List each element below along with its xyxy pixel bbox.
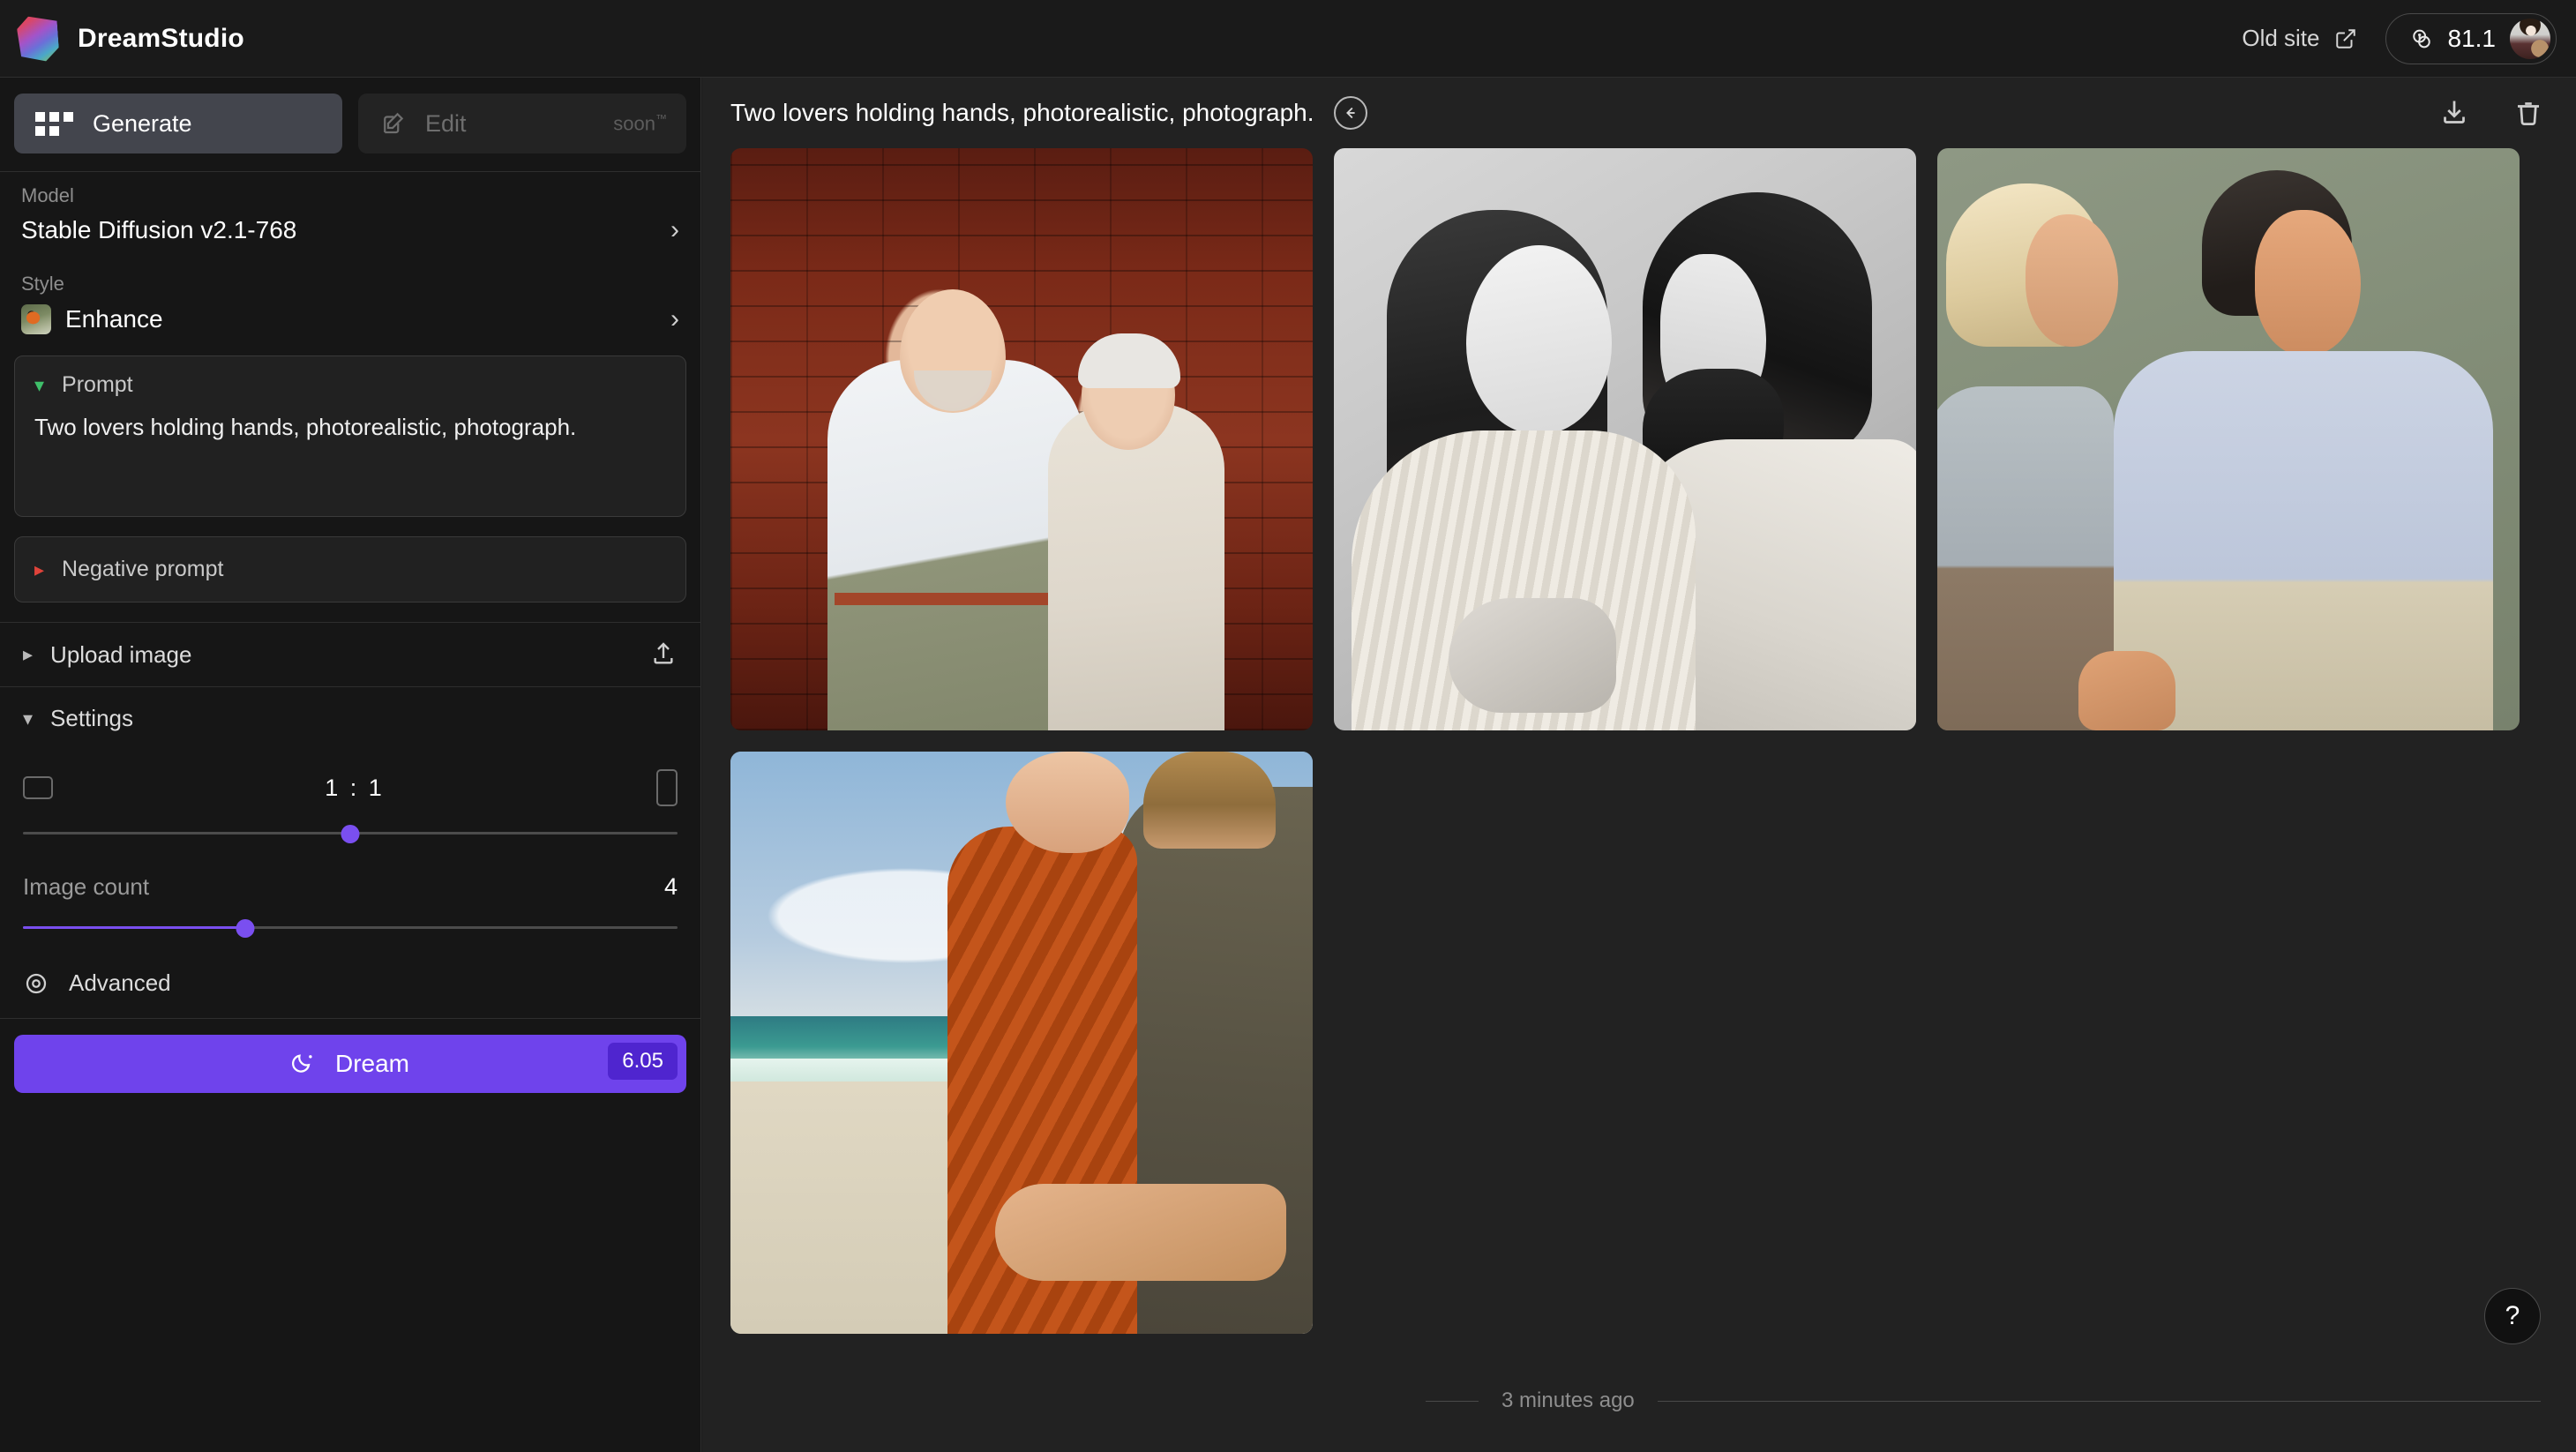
divider — [1658, 1401, 2541, 1402]
advanced-label: Advanced — [69, 969, 171, 997]
model-field[interactable]: Model Stable Diffusion v2.1-768 › — [0, 172, 700, 260]
dream-button-wrap: Dream 6.05 — [0, 1019, 700, 1109]
arrow-left-icon — [1341, 103, 1360, 123]
figure — [2255, 210, 2361, 356]
style-row[interactable]: Enhance › — [21, 304, 679, 334]
style-field[interactable]: Style Enhance › — [0, 260, 700, 350]
aspect-ratio-slider[interactable] — [23, 829, 678, 838]
external-link-icon — [2334, 27, 2357, 50]
dream-button[interactable]: Dream 6.05 — [14, 1035, 686, 1093]
old-site-link[interactable]: Old site — [2242, 25, 2356, 52]
result-image-1[interactable] — [730, 148, 1313, 730]
main-header-actions — [2438, 97, 2544, 129]
timestamp: 3 minutes ago — [1501, 1388, 1635, 1413]
model-value: Stable Diffusion v2.1-768 — [21, 216, 296, 244]
moon-sparkle-icon — [291, 1051, 318, 1077]
slider-knob[interactable] — [236, 919, 255, 938]
dream-label: Dream — [335, 1050, 409, 1078]
main-panel: Two lovers holding hands, photorealistic… — [702, 78, 2576, 1452]
prompt-title: Prompt — [62, 372, 133, 398]
chevron-down-icon: ▾ — [34, 376, 44, 395]
style-label: Style — [21, 273, 679, 296]
arrow-left-circle-icon[interactable] — [1334, 96, 1367, 130]
upload-icon[interactable] — [649, 640, 678, 669]
result-image-2[interactable] — [1334, 148, 1916, 730]
figure — [2026, 214, 2118, 347]
slider-fill — [23, 926, 245, 929]
timeline-separator: 3 minutes ago — [1426, 1388, 2541, 1413]
settings-label: Settings — [50, 705, 133, 732]
avatar[interactable] — [2510, 19, 2550, 59]
grid-icon — [35, 112, 73, 136]
divider — [1426, 1401, 1479, 1402]
tab-edit-label: Edit — [425, 110, 467, 138]
tab-generate-label: Generate — [93, 110, 192, 138]
result-image-3[interactable] — [1937, 148, 2520, 730]
top-bar-right: Old site 81.1 — [2242, 13, 2576, 64]
figure — [1449, 598, 1616, 713]
help-label: ? — [2505, 1301, 2520, 1331]
tab-edit[interactable]: Edit soon™ — [358, 94, 686, 153]
negative-prompt-header[interactable]: ▸ Negative prompt — [34, 557, 666, 582]
style-value: Enhance — [65, 305, 163, 333]
figure — [835, 593, 1076, 605]
figure — [995, 1184, 1286, 1281]
prompt-header[interactable]: ▾ Prompt — [34, 372, 666, 398]
upload-image-row[interactable]: ▸ Upload image — [0, 623, 700, 686]
landscape-frame-icon[interactable] — [23, 776, 53, 799]
image-count-label: Image count — [23, 873, 149, 901]
portrait-frame-icon[interactable] — [656, 769, 678, 806]
robin-bird-thumbnail — [21, 304, 51, 334]
results-grid — [702, 148, 2576, 1334]
chevron-right-icon: › — [670, 217, 679, 243]
dream-cost: 6.05 — [608, 1043, 678, 1080]
sidebar-tabs: Generate Edit soon™ — [0, 78, 700, 171]
coins-icon — [2409, 26, 2434, 51]
model-row[interactable]: Stable Diffusion v2.1-768 › — [21, 216, 679, 244]
credits-amount: 81.1 — [2448, 25, 2497, 53]
figure — [1143, 752, 1276, 849]
brand-name: DreamStudio — [78, 24, 244, 54]
negative-prompt-box[interactable]: ▸ Negative prompt — [14, 536, 686, 603]
figure — [1466, 245, 1612, 435]
advanced-row[interactable]: Advanced — [0, 948, 700, 1018]
page-title: Two lovers holding hands, photorealistic… — [730, 99, 1314, 127]
settings-body: 1 : 1 Image count 4 — [0, 750, 700, 948]
image-count-slider[interactable] — [23, 924, 678, 932]
chevron-right-icon: › — [670, 306, 679, 333]
figure — [1048, 404, 1224, 730]
figure — [827, 360, 1083, 730]
old-site-label: Old site — [2242, 25, 2319, 52]
pencil-square-icon — [379, 110, 406, 137]
negative-prompt-title: Negative prompt — [62, 557, 223, 582]
settings-row[interactable]: ▾ Settings — [0, 687, 700, 750]
slider-knob[interactable] — [341, 825, 360, 843]
result-image-4[interactable] — [730, 752, 1313, 1334]
chevron-right-icon: ▸ — [34, 560, 44, 580]
upload-image-label: Upload image — [50, 641, 191, 669]
prompt-box[interactable]: ▾ Prompt Two lovers holding hands, photo… — [14, 356, 686, 517]
dreamstudio-logo-icon — [16, 14, 60, 63]
eye-icon — [23, 970, 49, 997]
top-bar: DreamStudio Old site 81.1 — [0, 0, 2576, 78]
aspect-ratio-row: 1 : 1 — [23, 769, 678, 806]
tab-edit-badge: soon™ — [613, 112, 686, 135]
chevron-right-icon: ▸ — [23, 643, 33, 666]
image-count-row: Image count 4 — [23, 873, 678, 901]
tab-generate[interactable]: Generate — [14, 94, 342, 153]
brand[interactable]: DreamStudio — [0, 16, 244, 62]
figure — [1006, 752, 1129, 853]
download-icon[interactable] — [2438, 97, 2470, 129]
figure — [2078, 651, 2175, 730]
main-header: Two lovers holding hands, photorealistic… — [702, 78, 2576, 148]
chevron-down-icon: ▾ — [23, 707, 33, 730]
credits-pill[interactable]: 81.1 — [2385, 13, 2557, 64]
help-button[interactable]: ? — [2484, 1288, 2541, 1344]
prompt-input[interactable]: Two lovers holding hands, photorealistic… — [34, 412, 666, 497]
aspect-ratio-value: 1 : 1 — [325, 775, 385, 802]
image-count-value: 4 — [664, 873, 678, 901]
trash-icon[interactable] — [2512, 97, 2544, 129]
sidebar: Generate Edit soon™ Model Stable Diffusi… — [0, 78, 701, 1452]
model-label: Model — [21, 184, 679, 207]
